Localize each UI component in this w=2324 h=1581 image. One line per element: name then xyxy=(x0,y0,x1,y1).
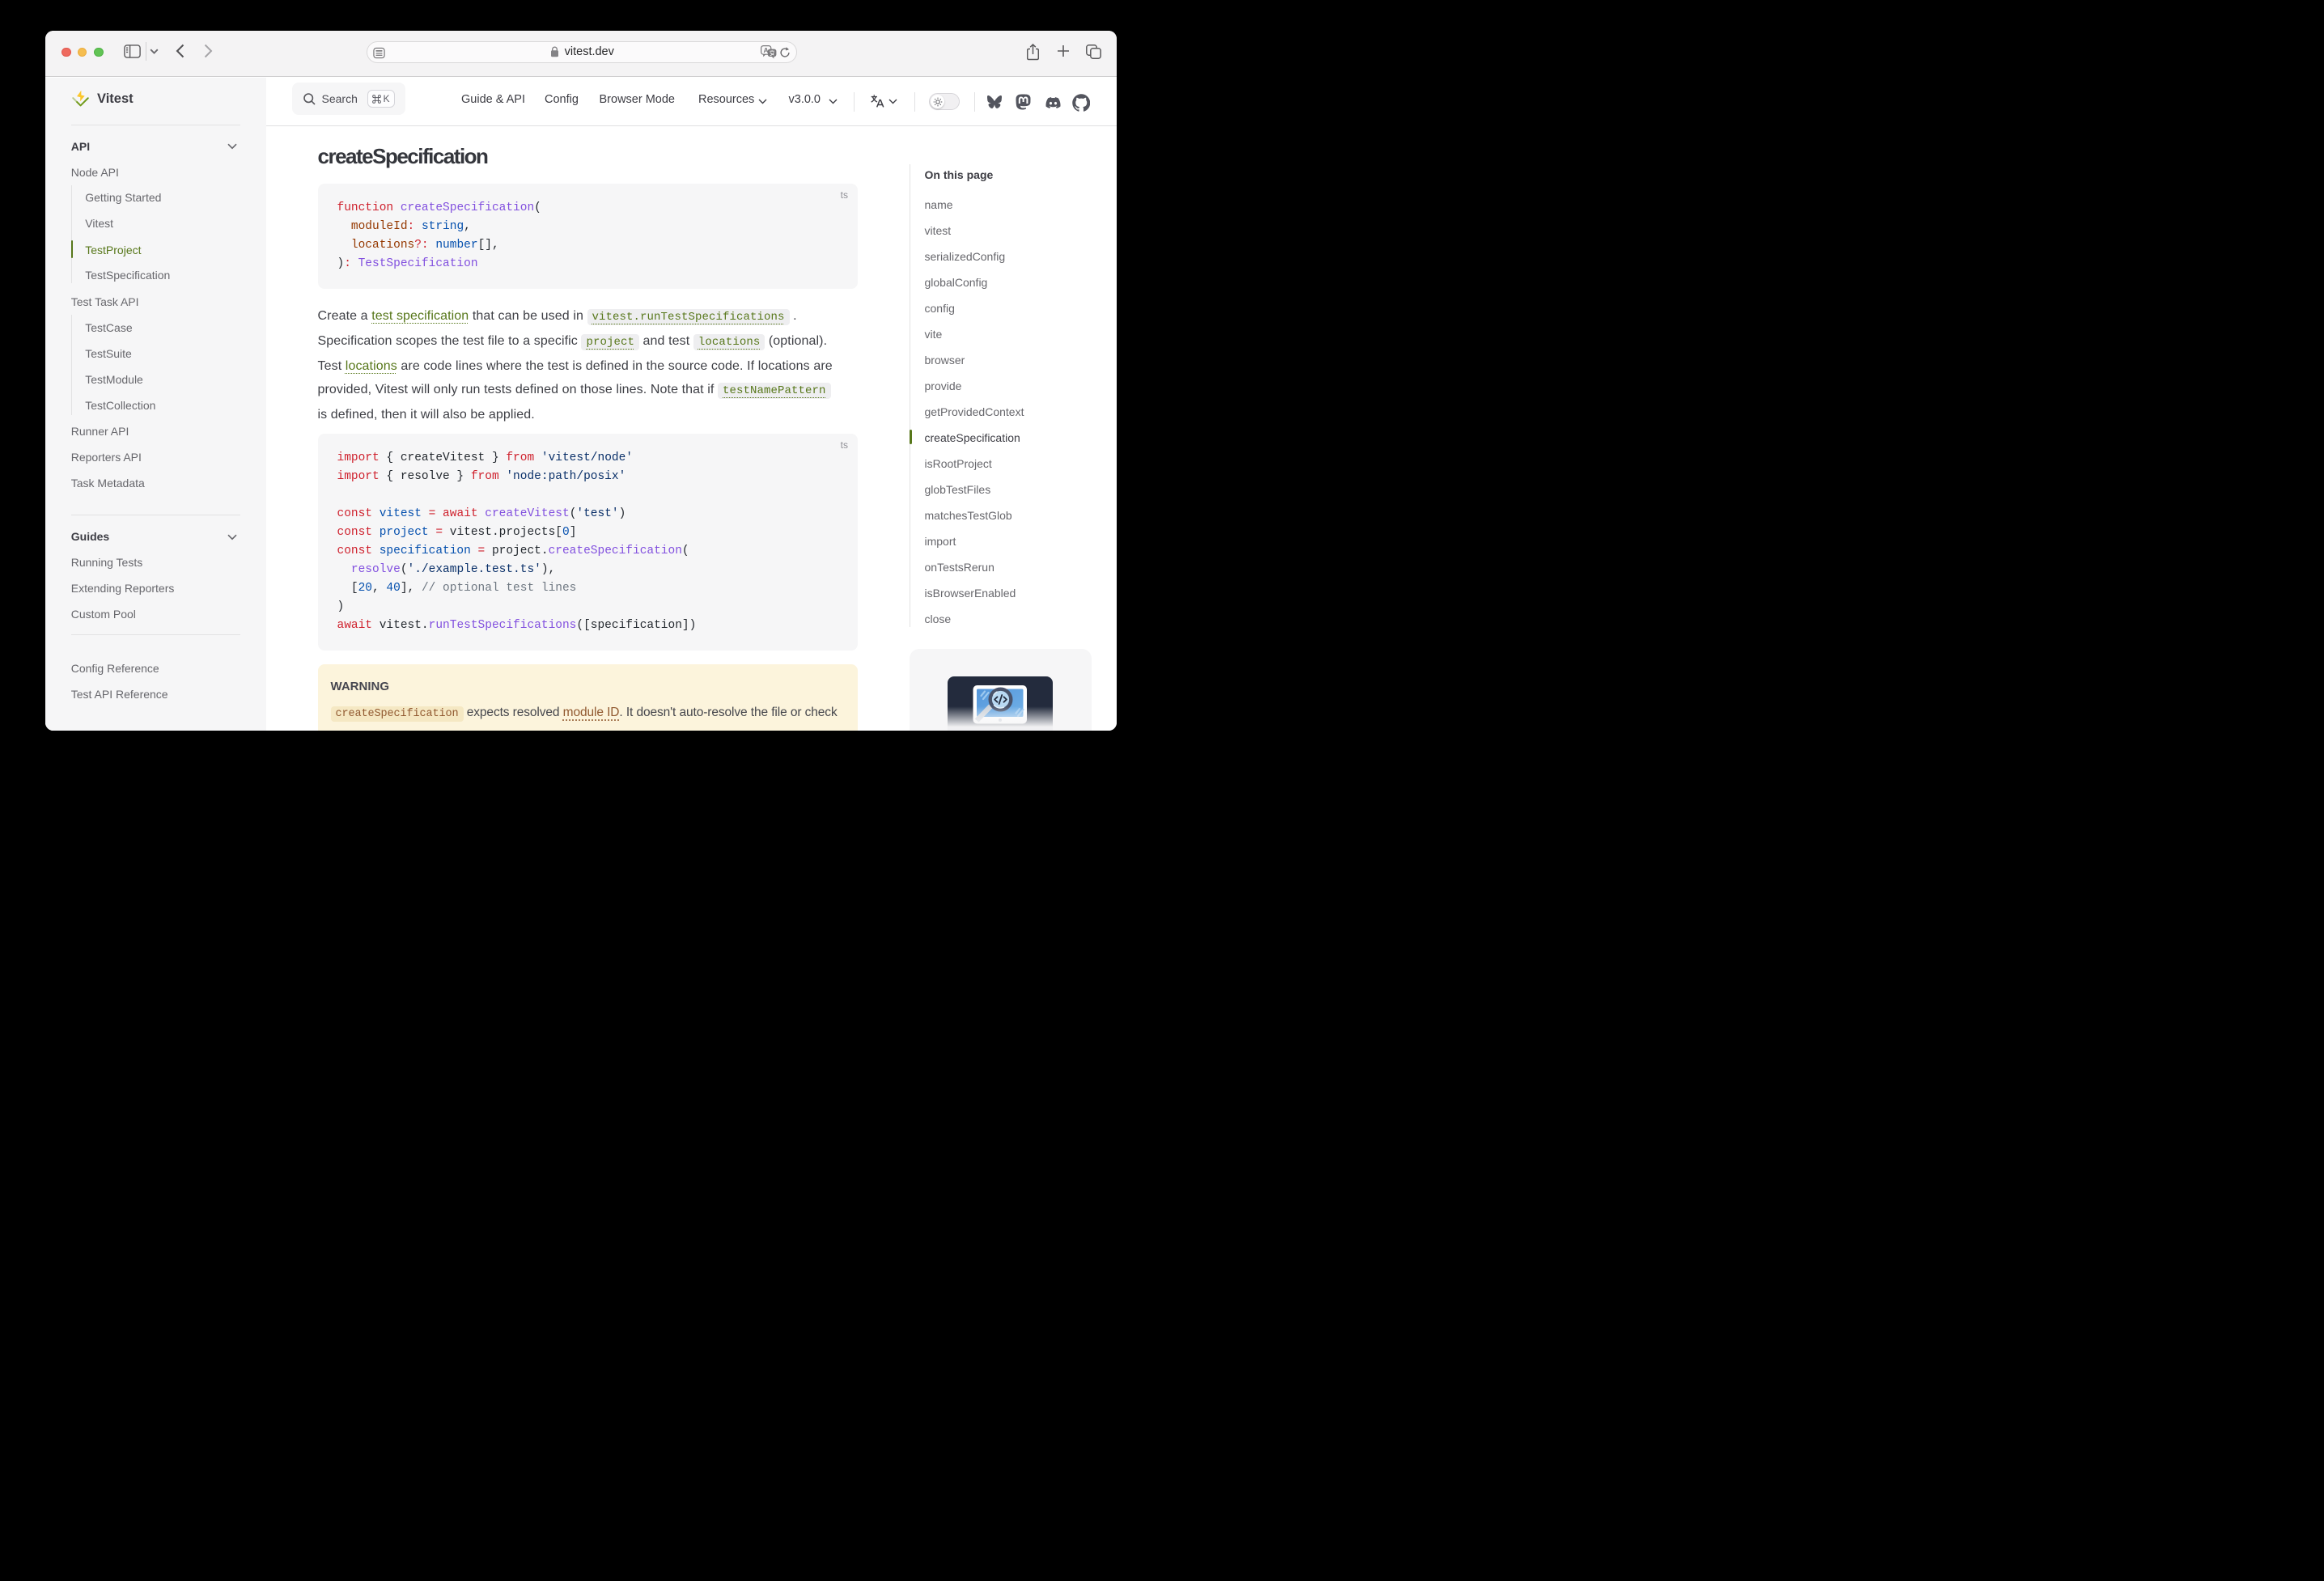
svg-text:A: A xyxy=(764,46,769,54)
